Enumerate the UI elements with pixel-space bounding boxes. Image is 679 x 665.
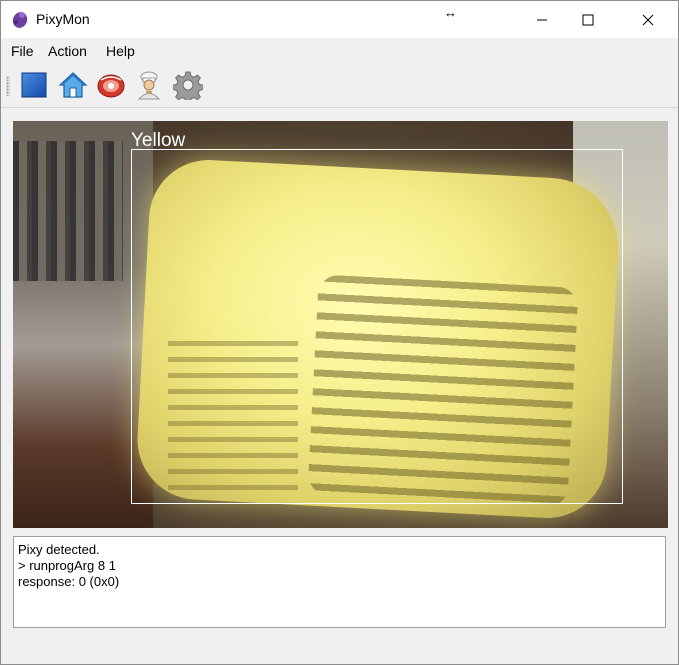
close-button[interactable] xyxy=(625,1,671,38)
maximize-icon xyxy=(582,14,594,25)
run-square-icon xyxy=(21,72,47,98)
menu-action[interactable]: Action xyxy=(48,43,87,59)
close-icon xyxy=(642,14,654,25)
title-bar[interactable]: PixyMon ↔ xyxy=(1,1,678,38)
video-view[interactable]: Yellow xyxy=(13,121,668,528)
detection-bounding-box xyxy=(131,149,623,504)
raw-video-icon xyxy=(97,74,125,98)
maximize-button[interactable] xyxy=(565,1,611,38)
minimize-button[interactable] xyxy=(519,1,565,38)
home-icon xyxy=(58,72,88,98)
menu-bar: File Action Help xyxy=(1,38,678,64)
console-output[interactable]: Pixy detected. > runprogArg 8 1 response… xyxy=(13,536,666,628)
menu-file[interactable]: File xyxy=(11,43,34,59)
video-background-shelf xyxy=(13,141,123,281)
resize-cursor-icon: ↔ xyxy=(444,5,457,20)
toolbar xyxy=(1,64,678,108)
run-default-program-button[interactable] xyxy=(19,70,49,100)
home-button[interactable] xyxy=(58,70,88,100)
menu-help[interactable]: Help xyxy=(106,43,135,59)
pixymon-window: PixyMon ↔ File Action Help Yellow Pixy d… xyxy=(0,0,679,665)
cooked-video-button[interactable] xyxy=(134,70,164,100)
console-line: Pixy detected. xyxy=(18,542,100,557)
window-title: PixyMon xyxy=(36,11,90,27)
configure-button[interactable] xyxy=(172,70,204,104)
pixymon-app-icon xyxy=(12,12,28,28)
console-line: response: 0 (0x0) xyxy=(18,574,120,589)
minimize-icon xyxy=(537,19,547,20)
toolbar-grip-icon[interactable] xyxy=(6,76,10,96)
gear-icon xyxy=(172,71,204,104)
console-line: > runprogArg 8 1 xyxy=(18,558,116,573)
raw-video-button[interactable] xyxy=(96,70,126,100)
detection-label: Yellow xyxy=(131,130,186,151)
chef-icon xyxy=(137,71,161,100)
